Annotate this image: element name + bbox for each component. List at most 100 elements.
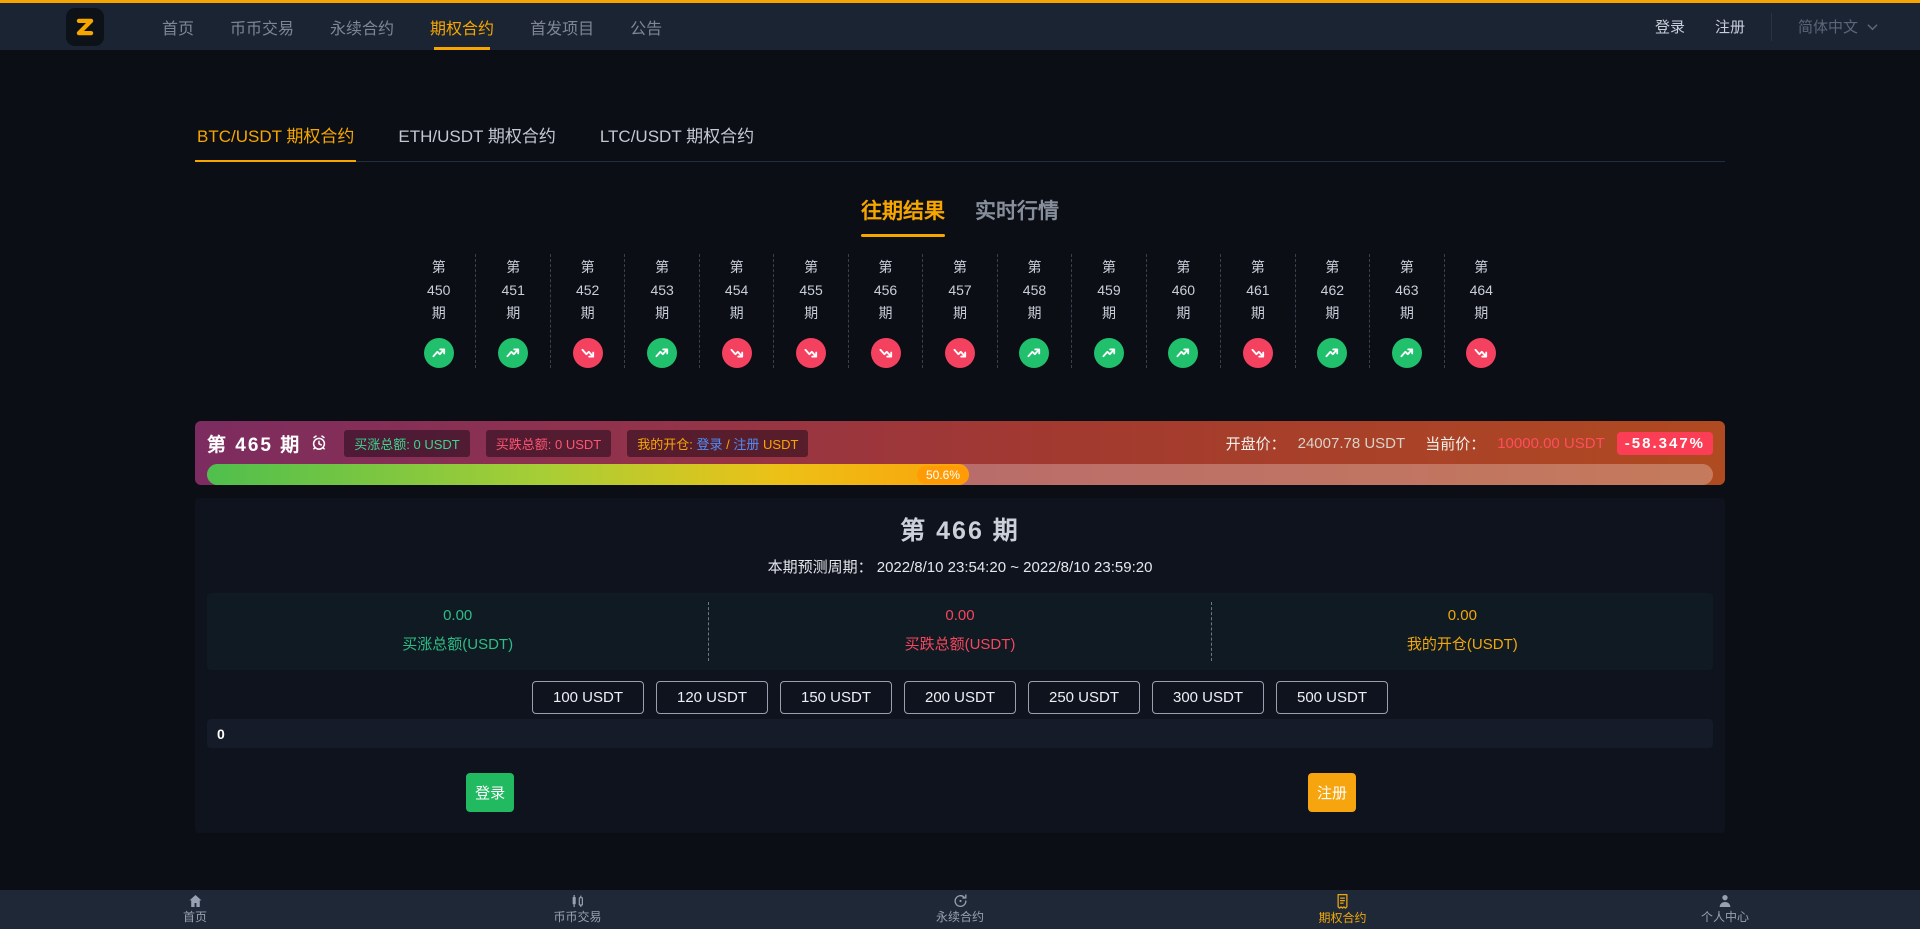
language-selector[interactable]: 简体中文 (1798, 16, 1878, 37)
alarm-clock-icon (310, 434, 328, 452)
action-buttons: 登录 注册 (207, 773, 1713, 813)
position-register-link[interactable]: 注册 (733, 437, 759, 452)
brand-logo[interactable] (66, 8, 104, 46)
amount-option-button[interactable]: 120 USDT (656, 681, 768, 714)
open-price-label: 开盘价： (1226, 433, 1286, 454)
period-history-item: 第 462 期 (1295, 254, 1369, 368)
home-icon (186, 893, 203, 909)
login-link[interactable]: 登录 (1655, 16, 1685, 37)
period-history-item: 第 463 期 (1369, 254, 1443, 368)
footer-item-profile[interactable]: 个人中心 (1701, 893, 1749, 924)
nav-item-spot[interactable]: 币币交易 (230, 3, 294, 50)
current-price-value: 10000.00 USDT (1497, 435, 1605, 452)
amount-option-button[interactable]: 200 USDT (904, 681, 1016, 714)
amount-options: 100 USDT 120 USDT 150 USDT 200 USDT 250 … (207, 681, 1713, 714)
period-history-item: 第 450 期 (402, 254, 475, 368)
user-icon (1717, 893, 1733, 909)
bet-amount-input[interactable] (207, 719, 1713, 748)
period-history-item: 第 452 期 (550, 254, 624, 368)
bottom-tab-bar: 首页 币币交易 永续合约 期权合约 (0, 890, 1920, 929)
period-history-item: 第 455 期 (773, 254, 847, 368)
top-nav: 首页 币币交易 永续合约 期权合约 首发项目 公告 登录 注册 简体中文 (0, 3, 1920, 50)
trend-up-icon (1399, 345, 1415, 361)
nav-item-options[interactable]: 期权合约 (430, 3, 494, 50)
current-period-banner: 第 465 期 买涨总额: 0 USDT 买跌总额: 0 USDT 我的开仓: … (195, 421, 1725, 485)
login-button[interactable]: 登录 (466, 773, 514, 812)
trend-down-icon (878, 345, 894, 361)
buy-up-total-stat: 0.00 买涨总额(USDT) (207, 602, 708, 661)
price-info: 开盘价： 24007.78 USDT 当前价： 10000.00 USDT -5… (1226, 432, 1713, 455)
amount-option-button[interactable]: 150 USDT (780, 681, 892, 714)
trend-up-icon (431, 345, 447, 361)
pair-tabs: BTC/USDT 期权合约 ETH/USDT 期权合约 LTC/USDT 期权合… (195, 120, 1725, 162)
nav-item-launchpad[interactable]: 首发项目 (530, 3, 594, 50)
register-link[interactable]: 注册 (1715, 16, 1745, 37)
nav-item-home[interactable]: 首页 (162, 3, 194, 50)
progress-percent-label: 50.6% (917, 466, 969, 484)
tab-btc-usdt[interactable]: BTC/USDT 期权合约 (195, 120, 356, 162)
logo-z-icon (72, 14, 98, 40)
progress-track: 50.6% (207, 464, 1713, 485)
main-menu: 首页 币币交易 永续合约 期权合约 首发项目 公告 (162, 3, 662, 50)
position-login-link[interactable]: 登录 (696, 437, 722, 452)
nav-right: 登录 注册 简体中文 (1655, 13, 1878, 41)
period-history-item: 第 460 期 (1146, 254, 1220, 368)
trend-up-icon (505, 345, 521, 361)
buy-down-total-stat: 0.00 买跌总额(USDT) (708, 602, 1210, 661)
live-market-label: 实时行情 (975, 200, 1059, 223)
trend-up-icon (654, 345, 670, 361)
current-period-title: 第 465 期 (207, 430, 328, 457)
period-history-item: 第 464 期 (1444, 254, 1518, 368)
change-percent-badge: -58.347% (1617, 432, 1713, 455)
trend-up-icon (1324, 345, 1340, 361)
next-period-title: 第 466 期 (207, 511, 1713, 547)
tab-eth-usdt[interactable]: ETH/USDT 期权合约 (396, 120, 557, 161)
my-position-stat: 0.00 我的开仓(USDT) (1211, 602, 1713, 661)
trend-down-icon (1250, 345, 1266, 361)
period-history-item: 第 459 期 (1071, 254, 1145, 368)
register-button[interactable]: 注册 (1308, 773, 1356, 812)
nav-item-perpetual[interactable]: 永续合约 (330, 3, 394, 50)
period-history-item: 第 458 期 (997, 254, 1071, 368)
cycle-value: 2022/8/10 23:54:20 ~ 2022/8/10 23:59:20 (877, 559, 1153, 576)
amount-option-button[interactable]: 300 USDT (1152, 681, 1264, 714)
open-price-value: 24007.78 USDT (1298, 435, 1406, 452)
current-price-label: 当前价： (1425, 433, 1485, 454)
my-position-badge: 我的开仓: 登录 / 注册 USDT (627, 430, 808, 457)
period-history: 第 450 期 第 451 期 第 452 期 (402, 254, 1518, 368)
receipt-icon (1335, 893, 1350, 910)
period-history-item: 第 453 期 (624, 254, 698, 368)
tab-live-market[interactable]: 实时行情 (975, 195, 1059, 225)
period-history-item: 第 451 期 (475, 254, 549, 368)
progress-fill: 50.6% (207, 464, 969, 485)
amount-option-button[interactable]: 500 USDT (1276, 681, 1388, 714)
footer-item-perpetual[interactable]: 永续合约 (936, 893, 984, 924)
perpetual-swap-icon (951, 893, 968, 909)
buy-up-total-badge: 买涨总额: 0 USDT (344, 430, 469, 457)
trend-down-icon (729, 345, 745, 361)
period-history-item: 第 461 期 (1220, 254, 1294, 368)
language-label: 简体中文 (1798, 16, 1858, 37)
period-history-item: 第 454 期 (699, 254, 773, 368)
footer-item-options[interactable]: 期权合约 (1318, 893, 1366, 925)
nav-item-announcements[interactable]: 公告 (630, 3, 662, 50)
footer-item-home[interactable]: 首页 (183, 893, 207, 924)
candlestick-icon (569, 893, 586, 909)
chevron-down-icon (1867, 23, 1878, 31)
footer-item-spot[interactable]: 币币交易 (553, 893, 601, 924)
tab-past-results[interactable]: 往期结果 (861, 195, 945, 237)
period-history-item: 第 457 期 (922, 254, 996, 368)
trend-up-icon (1175, 345, 1191, 361)
amount-option-button[interactable]: 250 USDT (1028, 681, 1140, 714)
section-tabs: 往期结果 实时行情 (195, 195, 1725, 237)
past-results-label: 往期结果 (861, 200, 945, 223)
nav-divider (1771, 13, 1772, 41)
cycle-label: 本期预测周期： (768, 559, 873, 576)
period-history-item: 第 456 期 (848, 254, 922, 368)
trend-down-icon (1473, 345, 1489, 361)
trend-down-icon (580, 345, 596, 361)
amount-option-button[interactable]: 100 USDT (532, 681, 644, 714)
tab-ltc-usdt[interactable]: LTC/USDT 期权合约 (598, 120, 756, 161)
prediction-cycle: 本期预测周期： 2022/8/10 23:54:20 ~ 2022/8/10 2… (207, 556, 1713, 577)
trend-up-icon (1101, 345, 1117, 361)
